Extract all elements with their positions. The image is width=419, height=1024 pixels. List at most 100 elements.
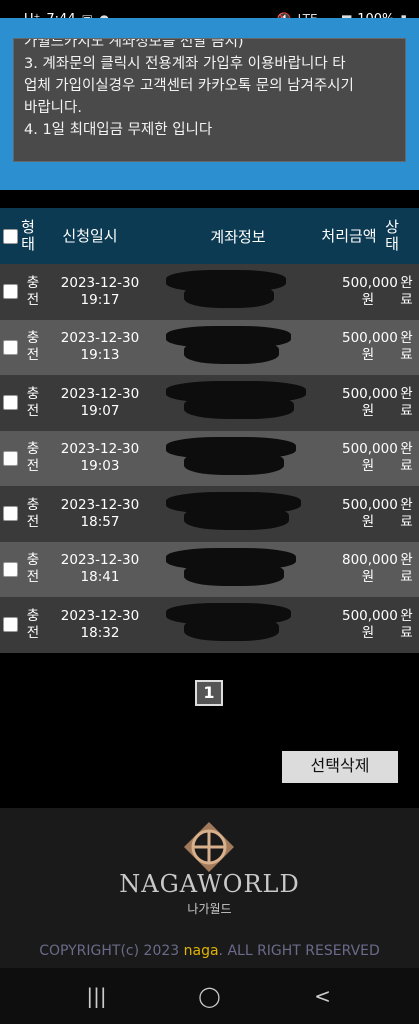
brand-name: NAGAWORLD xyxy=(119,870,300,898)
row-datetime: 2023-12-30 19:03 xyxy=(46,441,154,475)
row-status: 완료 xyxy=(394,275,419,309)
row-select-cell xyxy=(0,617,20,633)
row-amount: 500,000 원 xyxy=(342,441,398,475)
row-amount: 500,000 원 xyxy=(342,330,398,364)
footer: NAGAWORLD 나가월드 COPYRIGHT(c) 2023 naga. A… xyxy=(0,808,419,968)
back-icon[interactable]: < xyxy=(303,984,343,1008)
delete-selected-button[interactable]: 선택삭제 xyxy=(282,751,398,783)
row-date: 2023-12-30 xyxy=(60,385,140,402)
copyright-prefix: COPYRIGHT(c) 2023 xyxy=(39,943,184,959)
table-row[interactable]: 충전 2023-12-30 18:32 500,000 원 완료 xyxy=(0,597,419,653)
row-type-label: 충전 xyxy=(26,441,40,475)
row-amount-value: 500,000 xyxy=(342,330,398,347)
row-type: 충전 xyxy=(20,441,46,475)
row-checkbox[interactable] xyxy=(2,284,18,300)
redaction-mark xyxy=(184,617,279,641)
row-amount-value: 500,000 xyxy=(342,385,398,402)
header-account: 계좌정보 xyxy=(144,208,332,264)
row-status-label: 완료 xyxy=(400,496,413,530)
system-nav-bar: ||| ◯ < xyxy=(0,968,419,1024)
row-select-cell xyxy=(0,284,20,300)
redaction-mark xyxy=(184,339,279,364)
row-checkbox[interactable] xyxy=(2,395,18,411)
row-status: 완료 xyxy=(394,441,419,475)
row-time: 19:13 xyxy=(80,347,120,364)
row-time: 18:41 xyxy=(80,569,120,586)
table-row[interactable]: 충전 2023-12-30 19:07 500,000 원 완료 xyxy=(0,375,419,431)
row-select-cell xyxy=(0,395,20,411)
page-button-1[interactable]: 1 xyxy=(195,680,223,706)
row-checkbox[interactable] xyxy=(2,617,18,633)
row-time: 18:57 xyxy=(80,513,120,530)
header-status: 상태 xyxy=(385,218,399,253)
redaction-mark xyxy=(184,450,284,475)
row-select-cell xyxy=(0,561,20,577)
row-amount: 500,000 원 xyxy=(342,274,398,309)
notice-box: 가월드카지노 계좌정보를 전달 금지) 3. 계좌문의 클릭시 전용계좌 가입후… xyxy=(13,38,406,162)
notice-line: 업체 가입이실경우 고객센터 카카오톡 문의 남겨주시기 xyxy=(24,78,354,94)
row-checkbox[interactable] xyxy=(2,450,18,466)
row-date: 2023-12-30 xyxy=(60,496,140,513)
row-amount-unit: 원 xyxy=(361,458,375,475)
row-checkbox[interactable] xyxy=(2,339,18,355)
notice-line: 가월드카지노 계좌정보를 전달 금지) xyxy=(24,38,244,50)
row-status-label: 완료 xyxy=(400,330,413,364)
row-datetime: 2023-12-30 19:13 xyxy=(46,330,154,364)
copyright-suffix: . ALL RIGHT RESERVED xyxy=(218,943,380,959)
row-type: 충전 xyxy=(20,386,46,420)
table-row[interactable]: 충전 2023-12-30 18:41 800,000 원 완료 xyxy=(0,541,419,598)
row-checkbox[interactable] xyxy=(2,561,18,577)
row-type-label: 충전 xyxy=(26,385,40,419)
row-type: 충전 xyxy=(20,552,46,586)
notice-line: 바랍니다. xyxy=(24,100,82,116)
row-select-cell xyxy=(0,339,20,355)
row-status-label: 완료 xyxy=(400,607,413,641)
row-amount-value: 500,000 xyxy=(342,607,398,624)
table-row[interactable]: 충전 2023-12-30 19:17 500,000 원 완료 xyxy=(0,264,419,320)
row-account-redacted xyxy=(154,486,342,542)
deposit-history-table: 형태 신청일시 계좌정보 처리금액 상태 충전 2023-12-30 19:17 50… xyxy=(0,208,419,653)
select-all-cell xyxy=(0,228,20,244)
row-account-redacted xyxy=(154,264,342,320)
redaction-mark xyxy=(184,506,289,530)
row-status-label: 완료 xyxy=(400,552,413,586)
select-all-checkbox[interactable] xyxy=(2,228,18,244)
header-account-label: 계좌정보 xyxy=(210,227,266,246)
row-status: 완료 xyxy=(394,497,419,531)
row-checkbox[interactable] xyxy=(2,506,18,522)
row-datetime: 2023-12-30 18:32 xyxy=(46,608,154,642)
row-date: 2023-12-30 xyxy=(60,607,140,624)
row-status: 완료 xyxy=(394,608,419,642)
row-type: 충전 xyxy=(20,330,46,364)
row-date: 2023-12-30 xyxy=(60,330,140,347)
notice-line: 3. 계좌문의 클릭시 전용계좌 가입후 이용바랍니다 타 xyxy=(24,56,346,72)
row-time: 19:03 xyxy=(80,458,120,475)
row-time: 19:07 xyxy=(80,402,120,419)
row-account-redacted xyxy=(154,320,342,376)
brand-subtitle: 나가월드 xyxy=(187,902,232,916)
table-row[interactable]: 충전 2023-12-30 19:13 500,000 원 완료 xyxy=(0,319,419,376)
row-amount-unit: 원 xyxy=(361,624,375,641)
row-amount-unit: 원 xyxy=(361,569,375,586)
row-type-label: 충전 xyxy=(26,496,40,530)
row-time: 18:32 xyxy=(80,624,120,641)
row-account-redacted xyxy=(154,542,342,598)
recents-icon[interactable]: ||| xyxy=(77,984,117,1008)
row-amount-value: 500,000 xyxy=(342,274,398,291)
row-amount-value: 500,000 xyxy=(342,441,398,458)
row-account-redacted xyxy=(154,375,342,431)
row-status-label: 완료 xyxy=(400,274,413,308)
copyright-highlight: naga xyxy=(183,943,219,959)
table-row[interactable]: 충전 2023-12-30 19:03 500,000 원 완료 xyxy=(0,430,419,486)
table-row[interactable]: 충전 2023-12-30 18:57 500,000 원 완료 xyxy=(0,486,419,542)
row-type: 충전 xyxy=(20,608,46,642)
row-select-cell xyxy=(0,506,20,522)
home-icon[interactable]: ◯ xyxy=(190,984,230,1008)
row-amount-unit: 원 xyxy=(361,347,375,364)
row-status-label: 완료 xyxy=(400,441,413,475)
row-amount: 800,000 원 xyxy=(342,552,398,586)
notice-line: 4. 1일 최대입금 무제한 입니다 xyxy=(24,122,213,138)
row-amount: 500,000 원 xyxy=(342,385,398,420)
redaction-mark xyxy=(184,284,274,308)
nagaworld-logo-icon xyxy=(184,822,234,872)
